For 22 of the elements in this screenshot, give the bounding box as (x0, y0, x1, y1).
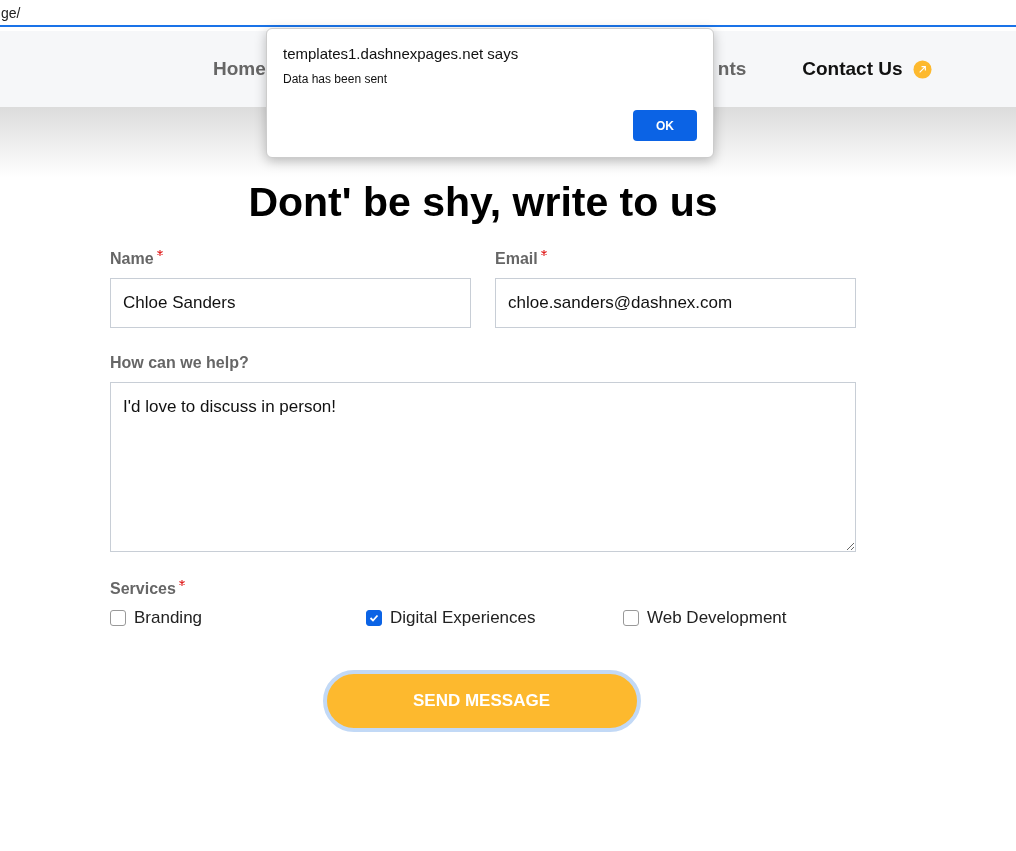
form-heading: Dont' be shy, write to us (247, 179, 719, 226)
field-label: Email (495, 250, 538, 268)
checkbox[interactable] (623, 610, 639, 626)
ok-button[interactable]: OK (633, 110, 697, 141)
nav-link[interactable]: nts (717, 58, 747, 80)
checkbox-option[interactable]: Digital Experiences (366, 608, 623, 628)
checkbox-option[interactable]: Branding (110, 608, 366, 628)
url-text: ge/ (1, 4, 21, 21)
field-label: Services (110, 580, 176, 598)
dialog-message: Data has been sent (283, 72, 389, 86)
nav-link[interactable]: Home (213, 58, 266, 80)
checkbox-option[interactable]: Web Development (623, 608, 856, 628)
field-label: How can we help? (110, 354, 250, 372)
input-field[interactable]: Chloe Sanders (110, 278, 471, 328)
nav-link[interactable]: Contact Us (802, 58, 932, 80)
checkbox[interactable] (366, 610, 382, 626)
field-label: Name (110, 250, 154, 268)
input-field[interactable]: chloe.sanders@dashnex.com (495, 278, 856, 328)
checkbox[interactable] (110, 610, 126, 626)
message-field[interactable]: I'd love to discuss in person! (110, 382, 856, 552)
check-icon (369, 613, 379, 623)
dialog-title: templates1.dashnexpages.net says (283, 45, 520, 62)
